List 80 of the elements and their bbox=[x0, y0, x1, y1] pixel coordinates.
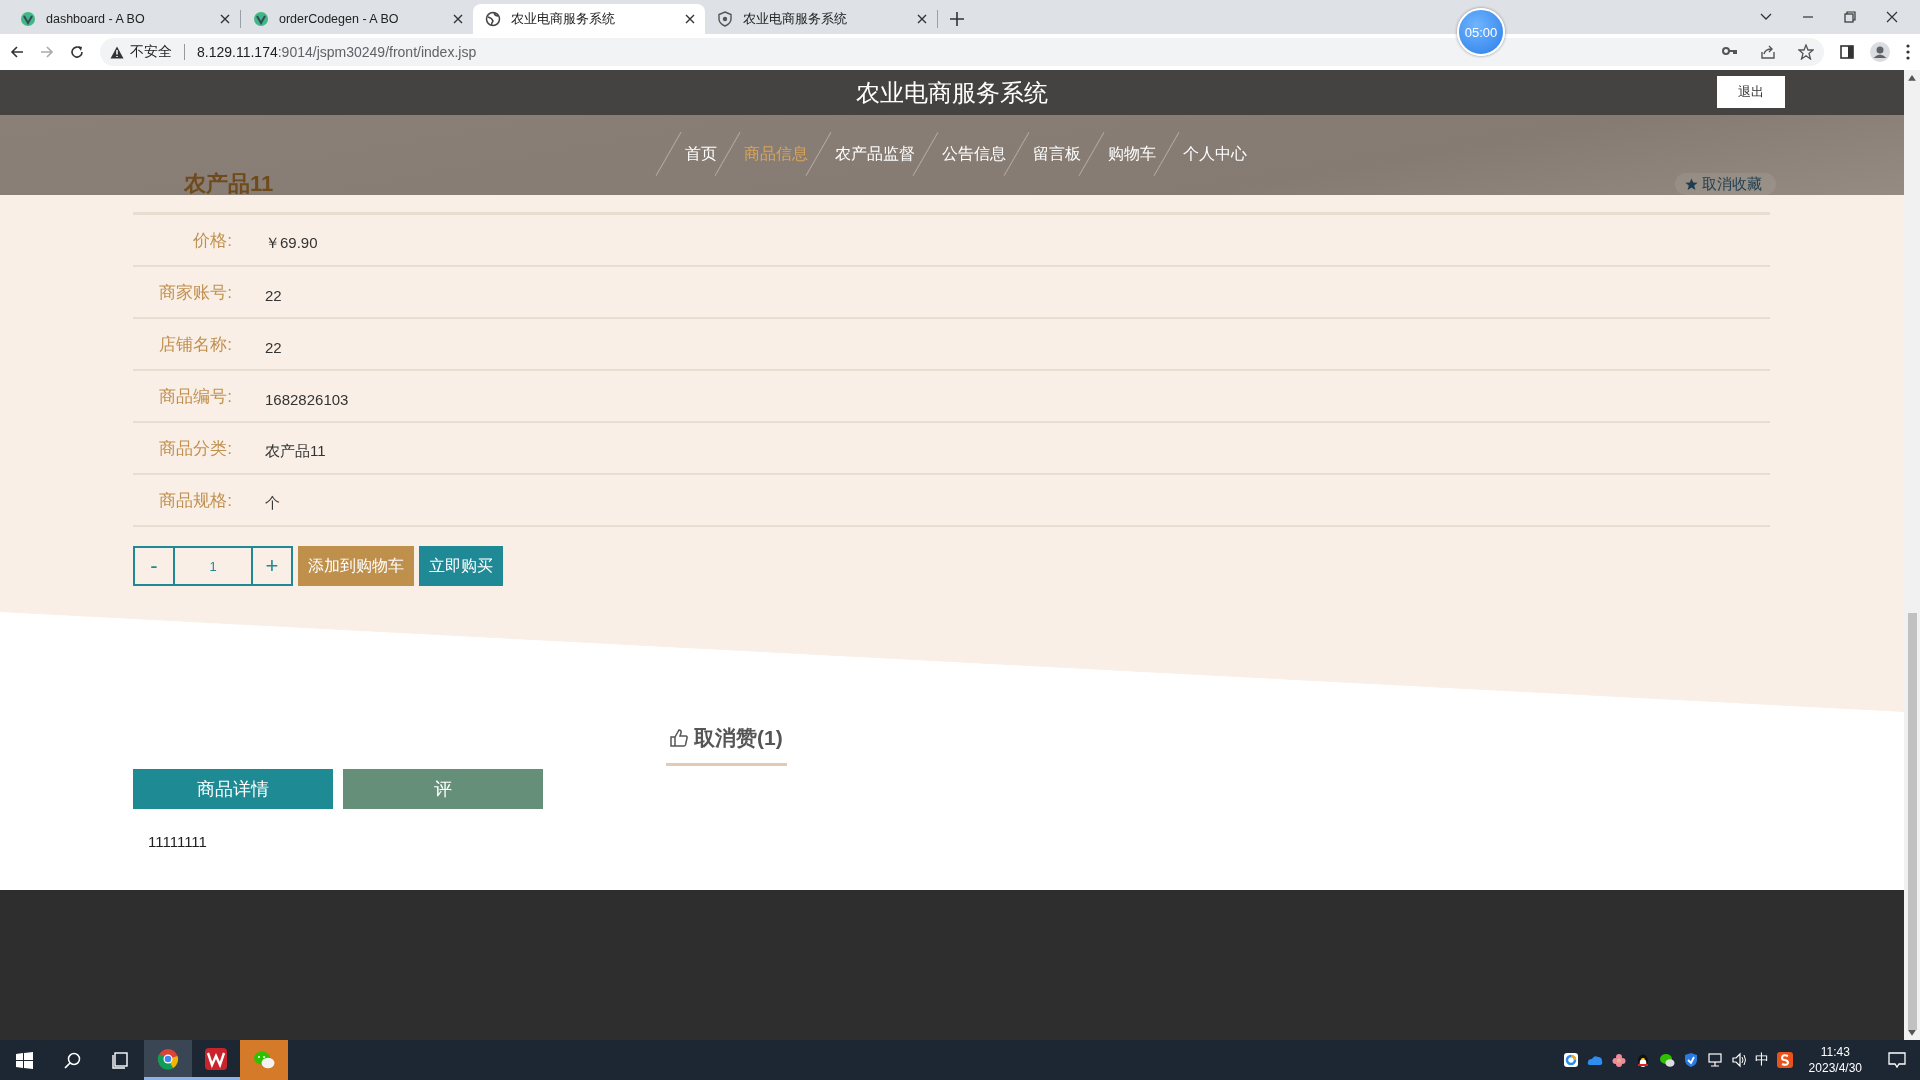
field-value: 22 bbox=[265, 337, 282, 356]
nav-link[interactable]: 留言板 bbox=[1032, 143, 1081, 165]
logout-button[interactable]: 退出 bbox=[1717, 76, 1785, 108]
url-text: 8.129.11.174:9014/jspm30249/front/index.jsp bbox=[197, 44, 477, 60]
clock-date[interactable]: 2023/4/30 bbox=[1808, 1060, 1862, 1076]
close-icon[interactable] bbox=[1886, 11, 1898, 23]
close-icon[interactable] bbox=[685, 14, 695, 24]
reload-icon[interactable] bbox=[70, 45, 84, 59]
browser-tab[interactable]: 农业电商服务系统 bbox=[473, 4, 705, 34]
quantity-field[interactable]: 1 bbox=[173, 548, 253, 584]
notification-icon[interactable] bbox=[1888, 1051, 1906, 1069]
browser-tab[interactable]: 农业电商服务系统 bbox=[705, 4, 937, 34]
side-panel-icon[interactable] bbox=[1840, 45, 1854, 59]
field-label: 商品编号: bbox=[158, 385, 232, 408]
new-tab-icon[interactable] bbox=[950, 12, 964, 26]
scroll-up-icon[interactable] bbox=[1908, 75, 1916, 81]
nav-link[interactable]: 农产品监督 bbox=[834, 143, 915, 165]
security-label: 不安全 bbox=[130, 43, 172, 61]
close-icon[interactable] bbox=[220, 14, 230, 24]
back-icon[interactable] bbox=[10, 45, 24, 59]
chevron-down-icon[interactable] bbox=[1760, 13, 1772, 21]
browser-tab[interactable]: dashboard - A BO bbox=[8, 4, 240, 34]
thumbs-up-icon bbox=[670, 728, 688, 747]
chat-bubbles-icon[interactable] bbox=[1658, 1052, 1675, 1068]
close-icon[interactable] bbox=[453, 14, 463, 24]
quantity-stepper[interactable]: - 1 + bbox=[133, 546, 293, 586]
more-menu-icon[interactable] bbox=[1906, 44, 1910, 60]
app-tray-icon[interactable] bbox=[1562, 1052, 1579, 1068]
field-value: ￥69.90 bbox=[265, 232, 318, 253]
nav-link[interactable]: 首页 bbox=[684, 143, 717, 165]
detail-text: 11111111 bbox=[148, 833, 207, 850]
decrease-button[interactable]: - bbox=[135, 548, 173, 584]
detail-tab[interactable]: 评 bbox=[343, 769, 543, 809]
windows-start-icon[interactable] bbox=[15, 1051, 33, 1069]
input-method-indicator[interactable]: 中 bbox=[1754, 1051, 1769, 1069]
star-icon bbox=[1685, 177, 1698, 191]
add-to-cart-button[interactable]: 添加到购物车 bbox=[298, 546, 414, 586]
flower-icon[interactable] bbox=[1610, 1052, 1627, 1068]
buy-now-button[interactable]: 立即购买 bbox=[419, 546, 503, 586]
v-logo-icon bbox=[20, 11, 36, 27]
browser-tab[interactable]: orderCodegen - A BO bbox=[241, 4, 473, 34]
shield-icon[interactable] bbox=[1682, 1052, 1699, 1068]
scrollbar-thumb[interactable] bbox=[1907, 612, 1917, 1031]
detail-tab[interactable]: 商品详情 bbox=[133, 769, 333, 809]
field-label: 价格: bbox=[192, 229, 232, 252]
increase-button[interactable]: + bbox=[253, 548, 291, 584]
nav-link[interactable]: 购物车 bbox=[1107, 143, 1156, 165]
field-value: 22 bbox=[265, 285, 282, 304]
network-icon[interactable] bbox=[1706, 1052, 1723, 1068]
profile-icon[interactable] bbox=[1870, 42, 1890, 62]
search-icon[interactable] bbox=[63, 1051, 81, 1069]
chat-bubbles-icon bbox=[253, 1049, 275, 1071]
field-label: 商品分类: bbox=[158, 437, 232, 460]
nav-link[interactable]: 公告信息 bbox=[941, 143, 1006, 165]
sogou-logo-icon[interactable] bbox=[1776, 1052, 1793, 1068]
nav-link[interactable]: 个人中心 bbox=[1182, 143, 1247, 165]
field-value: 1682826103 bbox=[265, 389, 349, 408]
warning-icon bbox=[110, 45, 124, 59]
globe-icon bbox=[485, 11, 501, 27]
share-icon[interactable] bbox=[1760, 44, 1776, 60]
field-value: 农产品11 bbox=[265, 440, 326, 461]
chrome-logo-icon bbox=[157, 1047, 179, 1070]
site-title: 农业电商服务系统 bbox=[856, 77, 1048, 108]
unlike-button[interactable]: 取消赞(1) bbox=[666, 712, 787, 766]
v-logo-icon bbox=[253, 11, 269, 27]
w-logo-icon bbox=[205, 1047, 227, 1070]
field-label: 商家账号: bbox=[158, 281, 232, 304]
field-value: 个 bbox=[265, 492, 280, 513]
task-view-icon[interactable] bbox=[111, 1051, 129, 1069]
speaker-icon[interactable] bbox=[1730, 1052, 1747, 1068]
clock-time[interactable]: 11:43 bbox=[1820, 1044, 1850, 1060]
address-bar[interactable]: 不安全 8.129.11.174:9014/jspm30249/front/index.jsp bbox=[100, 38, 1824, 66]
star-icon[interactable] bbox=[1798, 44, 1814, 60]
restore-icon[interactable] bbox=[1844, 11, 1856, 23]
field-label: 店铺名称: bbox=[158, 333, 232, 356]
close-icon[interactable] bbox=[917, 14, 927, 24]
field-label: 商品规格: bbox=[158, 489, 232, 512]
shield-icon bbox=[717, 11, 733, 27]
unfavorite-button[interactable]: 取消收藏 bbox=[1675, 173, 1776, 195]
product-title: 农产品11 bbox=[184, 170, 274, 198]
